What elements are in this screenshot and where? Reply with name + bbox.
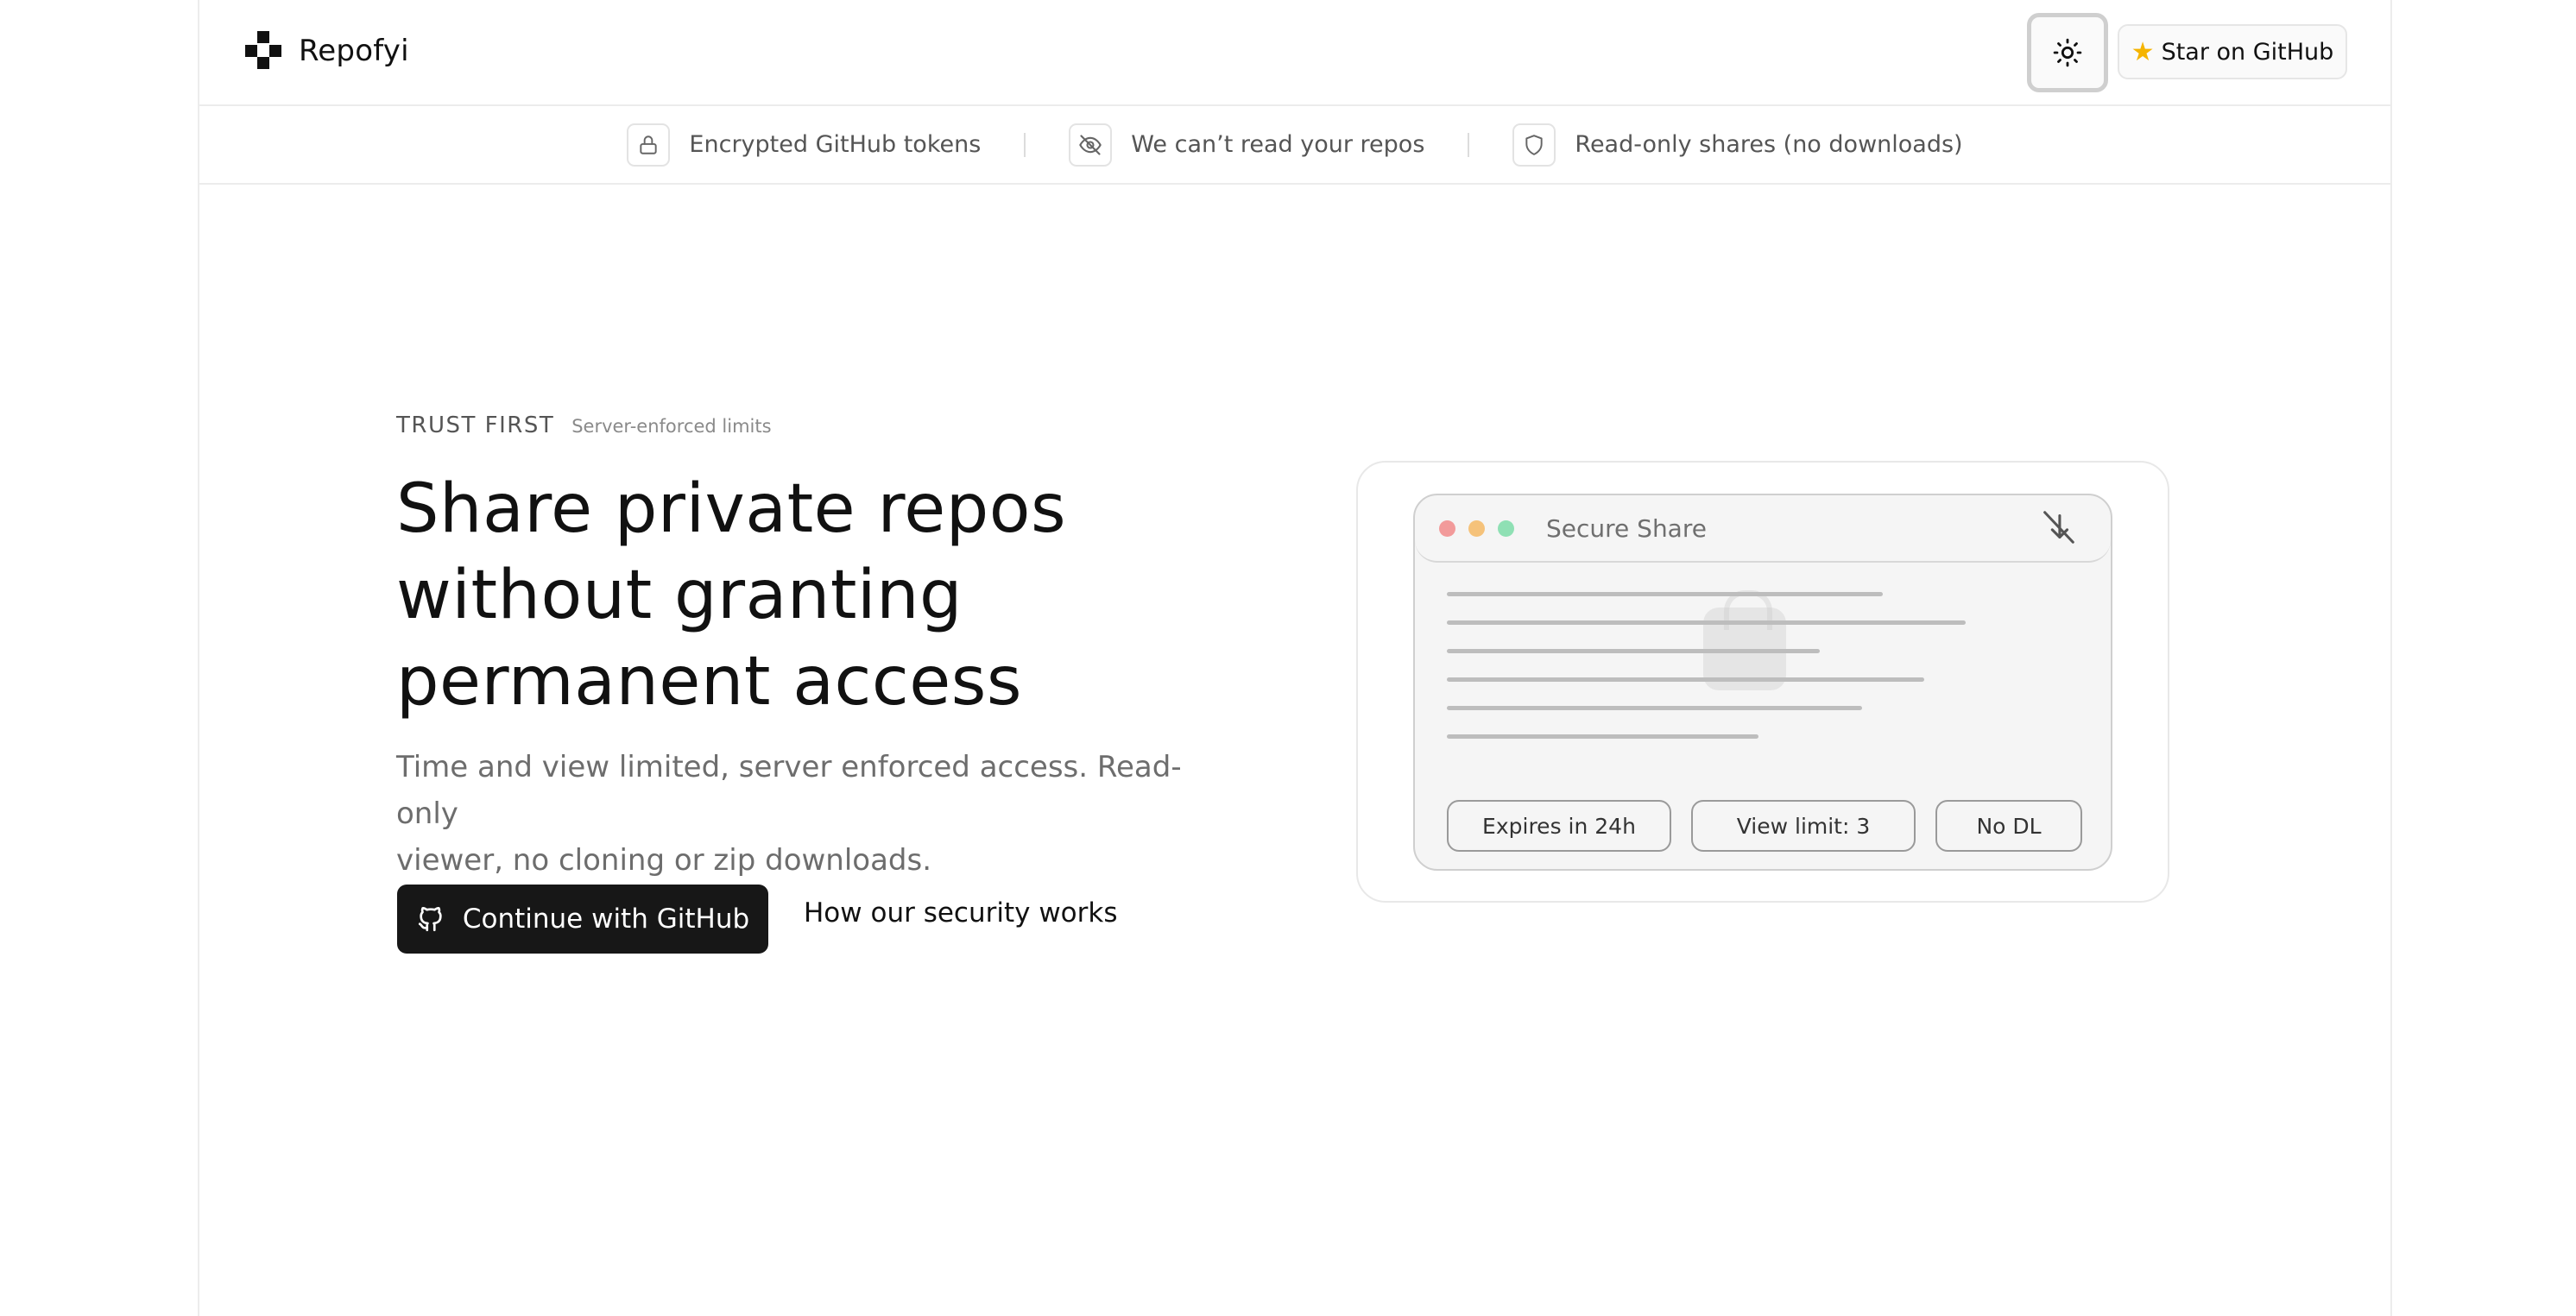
brand-name: Repofyi xyxy=(299,34,409,68)
expires-badge: Expires in 24h xyxy=(1447,800,1671,852)
hero-title-line: without granting xyxy=(396,557,963,634)
continue-with-github-button[interactable]: Continue with GitHub xyxy=(397,885,768,954)
no-download-badge: No DL xyxy=(1935,800,2082,852)
security-info-link[interactable]: How our security works xyxy=(804,897,1118,929)
placeholder-text-line xyxy=(1447,734,1758,739)
placeholder-text-line xyxy=(1447,620,1966,625)
secure-share-window: Secure Share Expires in 24h View limit: … xyxy=(1413,494,2112,871)
hero-description: Time and view limited, server enforced a… xyxy=(396,744,1242,884)
trust-item-label: Encrypted GitHub tokens xyxy=(689,131,982,158)
window-close-dot xyxy=(1439,520,1455,537)
lock-icon xyxy=(627,123,671,167)
divider xyxy=(1468,132,1470,157)
window-minimize-dot xyxy=(1468,520,1485,537)
hero-title-line: Share private repos xyxy=(396,470,1067,548)
trust-bar: Encrypted GitHub tokens We can’t read yo… xyxy=(199,106,2390,185)
continue-with-github-label: Continue with GitHub xyxy=(462,904,750,935)
eyebrow-sublabel: Server-enforced limits xyxy=(571,416,772,437)
top-header: Repofyi ★ Star on GitHub xyxy=(199,0,2390,106)
eyebrow-label: TRUST FIRST xyxy=(396,412,555,438)
brand-logo-link[interactable]: Repofyi xyxy=(243,31,409,71)
hero-description-line: Time and view limited, server enforced a… xyxy=(396,750,1182,831)
hero-title: Share private repos without granting per… xyxy=(396,466,1173,725)
divider xyxy=(1024,132,1026,157)
no-download-icon xyxy=(2043,511,2074,544)
trust-item-cant-read-repos: We can’t read your repos xyxy=(1069,123,1424,167)
placeholder-text-line xyxy=(1447,677,1924,682)
trust-item-label: We can’t read your repos xyxy=(1131,131,1425,158)
star-on-github-button[interactable]: ★ Star on GitHub xyxy=(2118,24,2347,79)
page-frame: Repofyi ★ Star on GitHub Encrypted GitHu… xyxy=(198,0,2392,1316)
eye-off-icon xyxy=(1069,123,1113,167)
placeholder-text-line xyxy=(1447,592,1883,596)
placeholder-text-line xyxy=(1447,706,1862,710)
trust-item-label: Read-only shares (no downloads) xyxy=(1575,131,1963,158)
shield-icon xyxy=(1512,123,1556,167)
github-icon xyxy=(418,907,442,932)
hero-description-line: viewer, no cloning or zip downloads. xyxy=(396,843,932,878)
hero-title-line: permanent access xyxy=(396,643,1023,721)
hero-eyebrow: TRUST FIRST Server-enforced limits xyxy=(396,412,772,438)
window-title-bar: Secure Share xyxy=(1415,495,2111,563)
star-icon: ★ xyxy=(2131,36,2155,67)
secure-share-preview-card: Secure Share Expires in 24h View limit: … xyxy=(1356,461,2169,903)
sun-icon xyxy=(2053,38,2082,67)
window-title: Secure Share xyxy=(1546,514,1707,543)
view-limit-badge: View limit: 3 xyxy=(1691,800,1916,852)
placeholder-text-line xyxy=(1447,649,1820,653)
window-maximize-dot xyxy=(1498,520,1514,537)
trust-item-encrypted-tokens: Encrypted GitHub tokens xyxy=(627,123,981,167)
star-on-github-label: Star on GitHub xyxy=(2161,38,2334,66)
theme-toggle-button[interactable] xyxy=(2027,13,2108,92)
trust-item-read-only-shares: Read-only shares (no downloads) xyxy=(1512,123,1963,167)
repofyi-logo-icon xyxy=(245,31,281,69)
